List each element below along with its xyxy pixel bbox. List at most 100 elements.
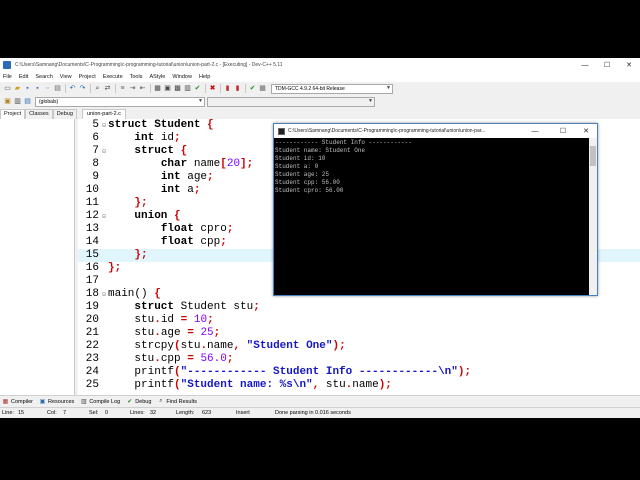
indent-icon[interactable]: ⇥ (128, 84, 137, 93)
tab-compiler[interactable]: ▦ Compiler (2, 398, 33, 406)
video-letterbox-bottom (0, 418, 640, 480)
code-token: stu (108, 327, 155, 339)
redo-icon[interactable]: ↷ (78, 84, 87, 93)
profile-chart-icon[interactable]: ▮ (223, 84, 232, 93)
menu-bar: File Edit Search View Project Execute To… (0, 72, 640, 82)
close-file-icon[interactable]: ▫ (43, 84, 52, 93)
code-text: int age; (108, 171, 214, 184)
editor-tab-file[interactable]: union-part-2.c (82, 109, 126, 119)
code-line[interactable]: 19 struct Student stu; (78, 301, 640, 314)
menu-execute[interactable]: Execute (103, 74, 123, 80)
new-class-icon[interactable]: ▣ (3, 97, 12, 106)
project-browser[interactable] (0, 119, 75, 395)
menu-window[interactable]: Window (172, 74, 192, 80)
code-line[interactable]: 23 stu.cpp = 56.0; (78, 353, 640, 366)
status-length-label: Length: (176, 410, 195, 416)
line-number: 8 (92, 158, 99, 170)
new-file-icon[interactable]: ▭ (3, 84, 12, 93)
scope-select[interactable]: (globals) ▼ (35, 96, 205, 107)
code-line[interactable]: 20 stu.id = 10; (78, 314, 640, 327)
menu-astyle[interactable]: AStyle (149, 74, 165, 80)
save-all-icon[interactable]: ▪ (33, 84, 42, 93)
console-minimize-button[interactable]: — (524, 124, 546, 138)
tab-compile-log-label: Compile Log (89, 398, 121, 405)
code-line[interactable]: 25 printf("Student name: %s\n", stu.name… (78, 379, 640, 392)
menu-file[interactable]: File (3, 74, 12, 80)
goto-line-icon[interactable]: ≡ (118, 84, 127, 93)
symbol-select[interactable]: ▼ (207, 96, 375, 107)
tab-compile-log[interactable]: ▥ Compile Log (80, 398, 121, 406)
code-token: float (160, 223, 194, 235)
code-token: "Student One" (246, 340, 333, 352)
tab-find-results[interactable]: ⌕ Find Results (157, 398, 197, 405)
console-output-line: Student id: 10 (275, 155, 326, 162)
console-title: C:\Users\Samnang\Documents\C-Programming… (288, 128, 486, 134)
unindent-icon[interactable]: ⇤ (138, 84, 147, 93)
console-scrollbar-thumb[interactable] (590, 146, 596, 166)
find-icon[interactable]: ⌕ (93, 84, 102, 93)
rebuild-icon[interactable]: ▥ (183, 84, 192, 93)
console-window[interactable]: C:\Users\Samnang\Documents\C-Programming… (273, 123, 598, 296)
print-icon[interactable]: ▤ (53, 84, 62, 93)
stop-execution-icon[interactable]: ✖ (208, 84, 217, 93)
line-number: 13 (85, 223, 99, 235)
compile-icon[interactable]: ▦ (153, 84, 162, 93)
code-text: strcpy(stu.name, "Student One"); (108, 340, 345, 353)
code-line[interactable]: 24 printf("------------ Student Info ---… (78, 366, 640, 379)
close-button[interactable]: ✕ (618, 58, 640, 72)
check-syntax-icon[interactable]: ✔ (193, 84, 202, 93)
line-number: 5 (92, 119, 99, 131)
status-col-label: Col: (47, 410, 57, 416)
compile-run-icon[interactable]: ▩ (173, 84, 182, 93)
line-number: 24 (85, 366, 99, 378)
fold-toggle-icon[interactable]: ⊟ (101, 145, 107, 158)
menu-project[interactable]: Project (79, 74, 96, 80)
tab-resources[interactable]: ▣ Resources (39, 398, 75, 406)
profile-info-icon[interactable]: ▮ (233, 84, 242, 93)
class-insert-icon[interactable]: ▤ (23, 97, 32, 106)
replace-icon[interactable]: ⇄ (103, 84, 112, 93)
scope-select-value: (globals) (39, 98, 59, 105)
console-output-line: Student cpp: 56.00 (275, 179, 340, 186)
line-number: 18 (85, 288, 99, 300)
console-scrollbar[interactable] (589, 138, 597, 295)
console-maximize-button[interactable]: ☐ (552, 124, 574, 138)
menu-search[interactable]: Search (35, 74, 52, 80)
menu-view[interactable]: View (60, 74, 72, 80)
code-text: stu.age = 25; (108, 327, 220, 340)
tab-project[interactable]: Project (0, 109, 26, 119)
fold-toggle-icon[interactable]: ⊟ (101, 210, 107, 223)
menu-tools[interactable]: Tools (130, 74, 143, 80)
line-number: 10 (85, 184, 99, 196)
tab-debug-output[interactable]: ✔ Debug (126, 398, 151, 406)
maximize-button[interactable]: ☐ (596, 58, 618, 72)
line-number: 12 (85, 210, 99, 222)
undo-icon[interactable]: ↶ (68, 84, 77, 93)
run-icon[interactable]: ▣ (163, 84, 172, 93)
code-text: main() { (108, 288, 161, 301)
code-line[interactable]: 21 stu.age = 25; (78, 327, 640, 340)
save-icon[interactable]: ▪ (23, 84, 32, 93)
menu-edit[interactable]: Edit (19, 74, 28, 80)
code-line[interactable]: 22 strcpy(stu.name, "Student One"); (78, 340, 640, 353)
open-folder-icon[interactable]: ▰ (13, 84, 22, 93)
class-browser-icon[interactable]: ▥ (13, 97, 22, 106)
compiler-select[interactable]: TDM-GCC 4.9.2 64-bit Release ▼ (271, 83, 393, 94)
code-text: }; (108, 262, 121, 275)
minimize-button[interactable]: — (574, 58, 596, 72)
fold-toggle-icon[interactable]: ⊟ (101, 119, 107, 132)
console-title-bar[interactable]: C:\Users\Samnang\Documents\C-Programming… (274, 124, 597, 138)
fold-toggle-icon[interactable]: ⊟ (101, 288, 107, 301)
code-token: = (187, 353, 194, 365)
tab-debug[interactable]: Debug (52, 109, 77, 119)
debug-icon[interactable]: ✔ (248, 84, 257, 93)
tab-classes[interactable]: Classes (25, 109, 53, 119)
console-close-button[interactable]: ✕ (575, 124, 597, 138)
grid-icon[interactable]: ▦ (258, 84, 267, 93)
menu-help[interactable]: Help (199, 74, 210, 80)
